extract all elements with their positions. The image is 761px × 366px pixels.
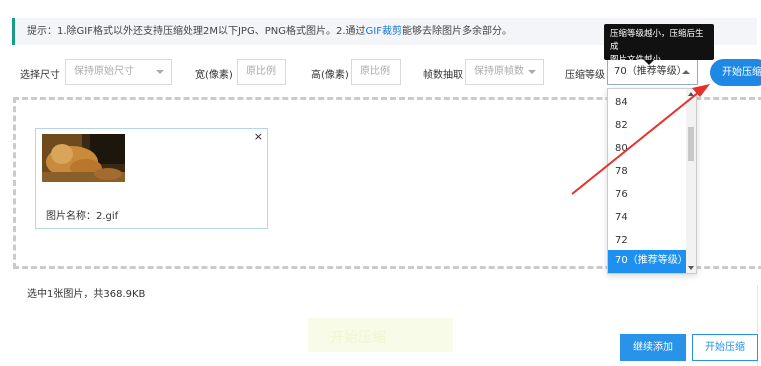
start-compress-button[interactable]: 开始压缩 bbox=[692, 334, 758, 361]
red-arrow-annotation bbox=[571, 84, 710, 195]
ghost-start-label: 开始压缩 bbox=[330, 330, 386, 346]
continue-add-button[interactable]: 继续添加 bbox=[620, 334, 686, 361]
ghost-start-button: 开始压缩 bbox=[308, 318, 453, 352]
selection-summary: 选中1张图片，共368.9KB bbox=[27, 289, 146, 300]
